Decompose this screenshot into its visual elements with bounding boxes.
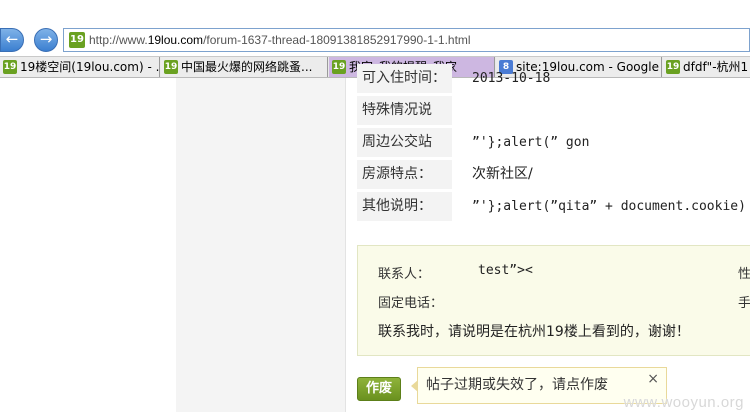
- thread-content: 可入住时间： 2013-10-18 特殊情况说明： 周边公交站点： ”'};al…: [347, 64, 750, 412]
- url-prefix: http://www.: [89, 33, 148, 47]
- contact-person-value: test”><: [478, 263, 533, 278]
- 19lou-icon: 19: [164, 60, 178, 74]
- contact-notice: 联系我时，请说明是在杭州19楼上看到的，谢谢！: [378, 324, 690, 340]
- url-path: /forum-1637-thread-18091381852917990-1-1…: [203, 33, 471, 47]
- favorite-label: 19楼空间(19lou.com) - ...: [20, 60, 160, 74]
- detail-label: 房源特点：: [357, 160, 452, 189]
- left-blank-area: [0, 78, 176, 412]
- watermark-text: www.wooyun.org: [623, 394, 744, 411]
- navigation-bar: ← → 19 http://www.19lou.com/forum-1637-t…: [0, 0, 750, 56]
- detail-row-other-notes: 其他说明： ”'};alert(”qita” + document.cookie…: [357, 192, 750, 224]
- close-icon[interactable]: ×: [647, 368, 659, 390]
- favorite-label: 中国最火爆的网络跳蚤...: [181, 60, 313, 74]
- detail-label: 周边公交站点：: [357, 128, 452, 179]
- forward-arrow-icon: →: [39, 30, 53, 48]
- tooltip-text: 帖子过期或失效了，请点作废: [426, 377, 608, 393]
- detail-value: ”'};alert(” gon: [472, 135, 590, 150]
- tooltip-arrow: [411, 380, 418, 392]
- detail-row-special-notes: 特殊情况说明：: [357, 96, 750, 147]
- 19lou-icon: 19: [3, 60, 17, 74]
- favorite-item-flea-market[interactable]: 19 中国最火爆的网络跳蚤...: [161, 57, 328, 77]
- url-text[interactable]: http://www.19lou.com/forum-1637-thread-1…: [89, 33, 471, 47]
- detail-label: 其他说明：: [357, 192, 452, 221]
- detail-label: 可入住时间：: [357, 64, 452, 93]
- address-bar[interactable]: 19 http://www.19lou.com/forum-1637-threa…: [63, 28, 750, 52]
- detail-value: 次新社区/: [472, 166, 533, 182]
- contact-person-label: 联系人：: [378, 267, 431, 282]
- detail-row-move-in-date: 可入住时间： 2013-10-18: [357, 64, 750, 96]
- favorite-item-19lou-space[interactable]: 19 19楼空间(19lou.com) - ...: [0, 57, 160, 77]
- 19lou-icon: 19: [332, 60, 346, 74]
- site-favicon-icon: 19: [69, 32, 85, 48]
- mobile-label: 手: [738, 296, 750, 311]
- invalidate-button[interactable]: 作废: [357, 377, 401, 401]
- page-body: 可入住时间： 2013-10-18 特殊情况说明： 周边公交站点： ”'};al…: [0, 64, 750, 412]
- detail-label: 特殊情况说明：: [357, 96, 452, 147]
- left-sidebar-column: [176, 78, 346, 412]
- phone-label: 固定电话：: [378, 296, 444, 311]
- url-host: 19lou.com: [147, 33, 204, 47]
- detail-value: 2013-10-18: [472, 71, 551, 86]
- back-arrow-icon: ←: [5, 30, 19, 48]
- detail-value: ”'};alert(”qita” + document.cookie): [472, 199, 746, 214]
- forward-button[interactable]: →: [34, 28, 58, 52]
- gender-label: 性: [738, 267, 750, 282]
- detail-row-bus-stops: 周边公交站点： ”'};alert(” gon: [357, 128, 750, 179]
- detail-row-property-features: 房源特点： 次新社区/: [357, 160, 750, 192]
- contact-info-box: 联系人： test”>< 性 固定电话： 手 联系我时，请说明是在杭州19楼上看…: [357, 245, 750, 356]
- back-button[interactable]: ←: [0, 28, 24, 52]
